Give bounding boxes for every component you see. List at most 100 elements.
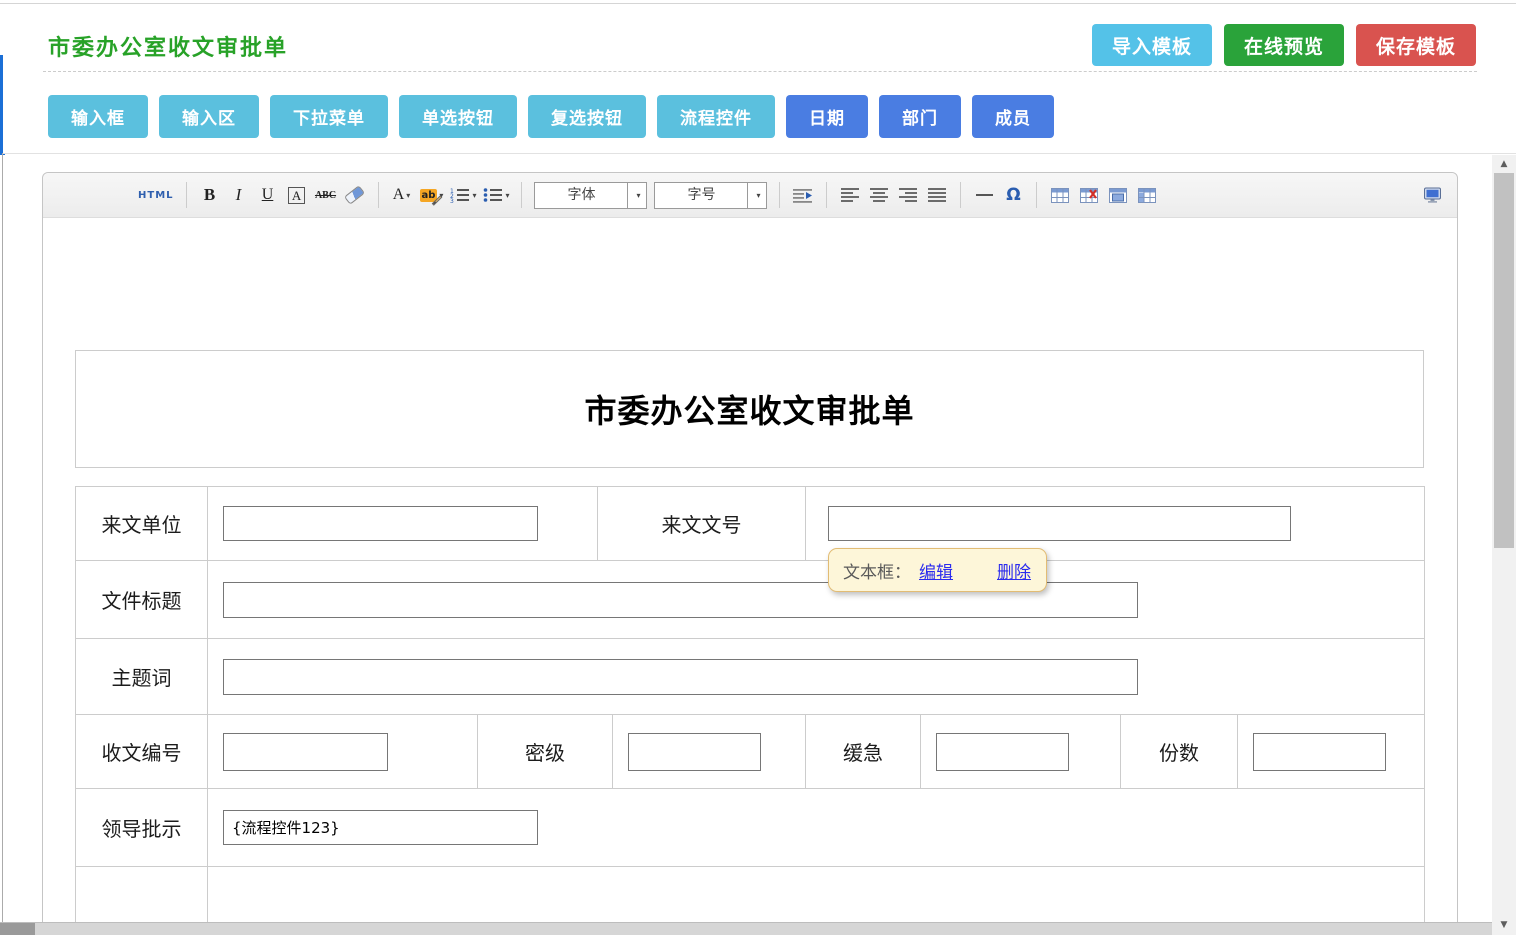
control-tooltip: 文本框： 编辑 删除: [828, 548, 1047, 592]
toolbar-separator: [960, 182, 961, 208]
save-template-button[interactable]: 保存模板: [1356, 24, 1476, 66]
leader-instructions-input[interactable]: [223, 810, 538, 845]
remove-format-button[interactable]: [344, 181, 366, 209]
scrollbar-down-button[interactable]: ▼: [1492, 917, 1516, 933]
window-bottom-corner: [0, 923, 35, 935]
align-center-icon: [870, 188, 888, 202]
scrollbar-thumb[interactable]: [1494, 173, 1514, 548]
secrecy-level-input[interactable]: [628, 733, 761, 771]
font-color-icon: A: [393, 186, 405, 204]
chevron-down-icon: ▾: [406, 191, 410, 200]
ordered-list-button[interactable]: 1 2 3 ▾: [450, 181, 476, 209]
toolbar-separator: [826, 182, 827, 208]
widget-button-input-box[interactable]: 输入框: [48, 95, 148, 138]
editor-document-area[interactable]: 市委办公室收文审批单 来文单位 来文文号 文件标题: [43, 218, 1457, 935]
chevron-down-icon[interactable]: ▾: [747, 183, 766, 208]
toolbar-separator: [1036, 182, 1037, 208]
template-action-buttons: 导入模板 在线预览 保存模板: [1092, 24, 1476, 66]
widget-button-department[interactable]: 部门: [879, 95, 961, 138]
fullscreen-button[interactable]: [1421, 181, 1443, 209]
unordered-list-button[interactable]: ▾: [483, 181, 509, 209]
font-color-button[interactable]: A ▾: [391, 181, 413, 209]
toolbar-separator: [378, 182, 379, 208]
import-template-button[interactable]: 导入模板: [1092, 24, 1212, 66]
font-family-select[interactable]: 字体 ▾: [534, 182, 647, 209]
bold-button[interactable]: B: [199, 181, 221, 209]
align-justify-icon: [928, 188, 946, 202]
page-header: 市委办公室收文审批单 导入模板 在线预览 保存模板 输入框 输入区 下拉菜单 单…: [3, 4, 1516, 154]
window-bottom-edge: [0, 922, 1492, 935]
align-right-button[interactable]: [897, 181, 919, 209]
highlight-color-button[interactable]: ab ▾: [420, 181, 444, 209]
widget-button-checkbox[interactable]: 复选按钮: [528, 95, 646, 138]
editor-toolbar: HTML B I U A ABC A ▾ ab ▾ 1 2 3: [43, 173, 1457, 218]
align-right-icon: [899, 188, 917, 202]
table-properties-icon: [1109, 188, 1127, 203]
page-title: 市委办公室收文审批单: [48, 30, 288, 62]
copies-label: 份数: [1121, 715, 1238, 789]
text-style-icon[interactable]: A: [288, 187, 305, 204]
table-row: 文件标题: [76, 561, 1425, 639]
toolbar-separator: [521, 182, 522, 208]
special-char-button[interactable]: Ω: [1002, 181, 1024, 209]
unordered-list-icon: [483, 187, 503, 203]
strikethrough-button[interactable]: ABC: [315, 181, 337, 209]
underline-button[interactable]: U: [257, 181, 279, 209]
chevron-down-icon: ▾: [472, 191, 476, 200]
cell-properties-button[interactable]: [1136, 181, 1158, 209]
table-row: 来文单位 来文文号: [76, 487, 1425, 561]
leader-instructions-label: 领导批示: [76, 789, 208, 867]
form-title: 市委办公室收文审批单: [584, 386, 914, 432]
align-justify-button[interactable]: [926, 181, 948, 209]
widget-button-flow-control[interactable]: 流程控件: [657, 95, 775, 138]
subject-words-input[interactable]: [223, 659, 1138, 695]
online-preview-button[interactable]: 在线预览: [1224, 24, 1344, 66]
widget-button-radio[interactable]: 单选按钮: [399, 95, 517, 138]
table-properties-button[interactable]: [1107, 181, 1129, 209]
subject-words-label: 主题词: [76, 639, 208, 715]
form-title-box: 市委办公室收文审批单: [75, 350, 1424, 468]
delete-link[interactable]: 删除: [997, 558, 1031, 583]
widget-button-dropdown[interactable]: 下拉菜单: [270, 95, 388, 138]
scrollbar-up-button[interactable]: ▲: [1492, 156, 1516, 172]
svg-text:3: 3: [450, 198, 454, 203]
ordered-list-icon: 1 2 3: [450, 187, 470, 203]
urgency-input[interactable]: [936, 733, 1069, 771]
widget-button-date[interactable]: 日期: [786, 95, 868, 138]
delete-table-button[interactable]: [1078, 181, 1100, 209]
widget-button-textarea[interactable]: 输入区: [159, 95, 259, 138]
indent-icon: [793, 187, 813, 203]
widget-button-member[interactable]: 成员: [972, 95, 1054, 138]
edit-link[interactable]: 编辑: [919, 558, 953, 583]
vertical-scrollbar[interactable]: ▲ ▼: [1492, 155, 1516, 935]
incoming-unit-label: 来文单位: [76, 487, 208, 561]
receipt-number-label: 收文编号: [76, 715, 208, 789]
tooltip-label: 文本框：: [843, 558, 911, 583]
horizontal-rule-button[interactable]: [973, 181, 995, 209]
table-row: 收文编号 密级 缓急 份数: [76, 715, 1425, 789]
incoming-doc-number-input[interactable]: [828, 506, 1291, 541]
copies-input[interactable]: [1253, 733, 1386, 771]
receipt-number-input[interactable]: [223, 733, 388, 771]
insert-table-icon: [1051, 188, 1069, 203]
incoming-unit-input[interactable]: [223, 506, 538, 541]
header-divider: [43, 71, 1477, 72]
html-source-button[interactable]: HTML: [138, 181, 174, 209]
font-size-select[interactable]: 字号 ▾: [654, 182, 767, 209]
align-left-button[interactable]: [839, 181, 861, 209]
table-row: 主题词: [76, 639, 1425, 715]
window-left-edge: [2, 153, 3, 922]
urgency-label: 缓急: [806, 715, 921, 789]
align-left-icon: [841, 188, 859, 202]
italic-button[interactable]: I: [228, 181, 250, 209]
rich-text-editor: HTML B I U A ABC A ▾ ab ▾ 1 2 3: [42, 172, 1458, 935]
insert-table-button[interactable]: [1049, 181, 1071, 209]
indent-button[interactable]: [792, 181, 814, 209]
chevron-down-icon[interactable]: ▾: [627, 183, 646, 208]
monitor-icon: [1423, 187, 1442, 203]
align-center-button[interactable]: [868, 181, 890, 209]
table-row: 领导批示: [76, 789, 1425, 867]
toolbar-separator: [186, 182, 187, 208]
delete-table-icon: [1080, 188, 1098, 203]
cell-properties-icon: [1138, 188, 1156, 203]
